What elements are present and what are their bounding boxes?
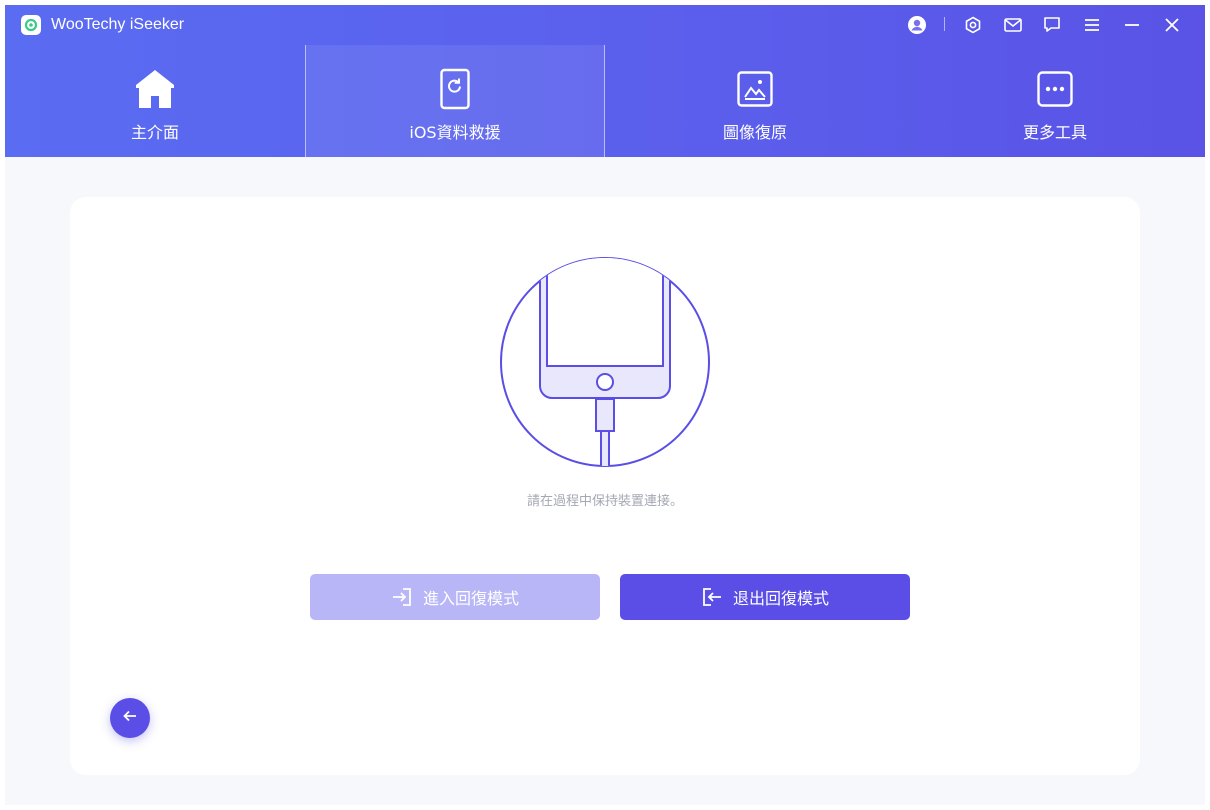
phone-refresh-icon	[433, 67, 477, 111]
tab-label: 主介面	[130, 123, 179, 142]
titlebar-divider	[944, 17, 945, 31]
app-window: WooTechy iSeeker 主介面 iOS資料救援 圖像復原 更多工具 請…	[5, 5, 1205, 805]
exit-recovery-mode-button[interactable]: 退出回復模式	[620, 574, 910, 620]
home-icon	[133, 67, 177, 111]
mail-icon[interactable]	[1003, 15, 1023, 35]
exit-icon	[701, 587, 723, 607]
settings-icon[interactable]	[963, 15, 983, 35]
tab-label: iOS資料救援	[409, 123, 501, 142]
tab-label: 更多工具	[1022, 123, 1087, 142]
enter-icon	[391, 587, 413, 607]
main-tabs: 主介面 iOS資料救援 圖像復原 更多工具	[5, 45, 1205, 157]
feedback-icon[interactable]	[1042, 15, 1062, 35]
tab-more-tools[interactable]: 更多工具	[905, 45, 1205, 157]
tab-label: 圖像復原	[722, 123, 787, 142]
title-bar: WooTechy iSeeker	[5, 5, 1205, 45]
account-icon[interactable]	[907, 15, 927, 35]
main-card: 請在過程中保持裝置連接。 進入回復模式 退出回復模式	[70, 197, 1140, 775]
exit-button-label: 退出回復模式	[732, 589, 829, 608]
tab-image-recovery[interactable]: 圖像復原	[605, 45, 905, 157]
back-button[interactable]	[110, 698, 150, 738]
minimize-icon[interactable]	[1122, 15, 1142, 35]
menu-icon[interactable]	[1082, 15, 1102, 35]
phone-connected-illustration	[499, 256, 711, 472]
connection-hint: 請在過程中保持裝置連接。	[526, 494, 683, 509]
image-icon	[733, 67, 777, 111]
enter-recovery-mode-button[interactable]: 進入回復模式	[310, 574, 600, 620]
app-title: WooTechy iSeeker	[51, 16, 185, 33]
more-icon	[1033, 67, 1077, 111]
tab-home[interactable]: 主介面	[5, 45, 305, 157]
tab-ios-data-recovery[interactable]: iOS資料救援	[305, 45, 605, 157]
app-logo-icon	[21, 15, 41, 35]
close-icon[interactable]	[1162, 15, 1182, 35]
arrow-left-icon	[122, 708, 138, 728]
header: WooTechy iSeeker 主介面 iOS資料救援 圖像復原 更多工具	[5, 5, 1205, 157]
enter-button-label: 進入回復模式	[422, 589, 519, 608]
